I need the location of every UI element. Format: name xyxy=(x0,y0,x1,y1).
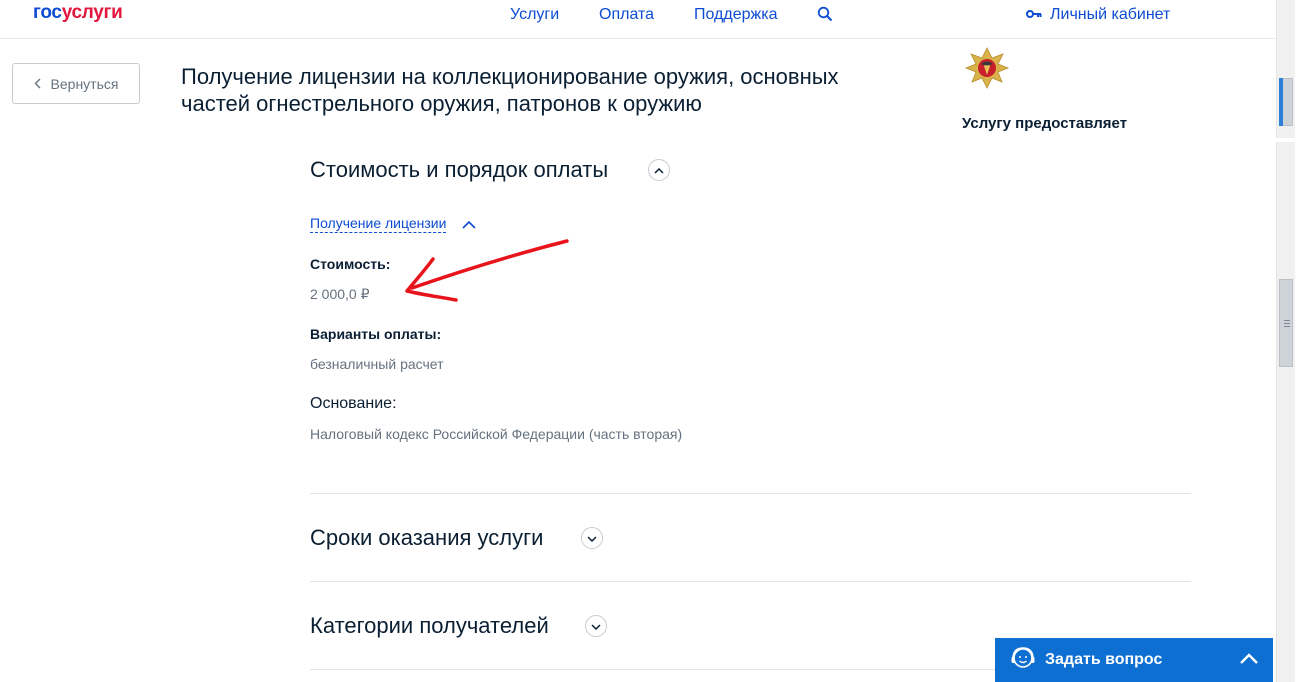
nav-payment[interactable]: Оплата xyxy=(599,6,654,24)
payment-section-title: Стоимость и порядок оплаты xyxy=(310,157,609,182)
personal-cabinet-link[interactable]: Личный кабинет xyxy=(1026,6,1170,24)
rosgvardia-emblem-icon xyxy=(962,44,1012,95)
nav-support[interactable]: Поддержка xyxy=(694,6,777,24)
chevron-down-icon xyxy=(587,529,597,547)
site-header: госуслуги Услуги Оплата Поддержка Личный… xyxy=(0,0,1276,39)
cost-value: 2 000,0 ₽ xyxy=(310,286,370,302)
recipients-section-title: Категории получателей xyxy=(310,613,549,638)
license-subsection-toggle[interactable]: Получение лицензии xyxy=(310,215,447,233)
gosuslugi-logo[interactable]: госуслуги xyxy=(33,2,123,24)
nav-services[interactable]: Услуги xyxy=(510,6,559,24)
page-title: Получение лицензии на коллекционирование… xyxy=(181,64,839,116)
scrollbar-grip xyxy=(1284,320,1290,321)
section-divider xyxy=(310,493,1191,494)
terms-section-expand-button[interactable] xyxy=(581,527,603,549)
ask-question-label: Задать вопрос xyxy=(1045,651,1163,668)
chevron-left-icon xyxy=(34,76,41,92)
payment-options-value: безналичный расчет xyxy=(310,356,444,372)
provider-label: Услугу предоставляет xyxy=(962,115,1128,132)
header-scrollbar[interactable] xyxy=(1276,0,1295,138)
header-scrollbar-accent xyxy=(1279,78,1283,126)
logo-part-gos: гос xyxy=(33,2,62,23)
scrollbar-grip xyxy=(1284,323,1290,324)
basis-value: Налоговый кодекс Российской Федерации (ч… xyxy=(310,426,683,442)
payment-options-label: Варианты оплаты: xyxy=(310,326,442,342)
support-agent-icon xyxy=(1009,644,1037,677)
cost-label: Стоимость: xyxy=(310,256,391,272)
chevron-up-icon[interactable] xyxy=(462,216,476,234)
chevron-up-icon[interactable] xyxy=(1239,652,1259,670)
payment-section-collapse-button[interactable] xyxy=(648,159,670,181)
key-icon xyxy=(1026,6,1042,24)
scrollbar-grip xyxy=(1284,326,1290,327)
logo-part-uslugi: услуги xyxy=(61,2,123,23)
ask-question-widget[interactable]: Задать вопрос xyxy=(995,638,1273,682)
chevron-down-icon xyxy=(591,617,601,635)
search-icon[interactable] xyxy=(817,6,833,27)
cabinet-label: Личный кабинет xyxy=(1050,6,1171,23)
page-scrollbar-thumb[interactable] xyxy=(1279,279,1293,367)
back-button[interactable]: Вернуться xyxy=(12,63,140,104)
basis-label: Основание: xyxy=(310,395,397,412)
terms-section-title: Сроки оказания услуги xyxy=(310,525,544,550)
page-scrollbar[interactable] xyxy=(1276,142,1295,682)
chevron-up-icon xyxy=(654,161,664,179)
back-button-label: Вернуться xyxy=(50,75,119,92)
section-divider xyxy=(310,581,1191,582)
recipients-section-expand-button[interactable] xyxy=(585,615,607,637)
